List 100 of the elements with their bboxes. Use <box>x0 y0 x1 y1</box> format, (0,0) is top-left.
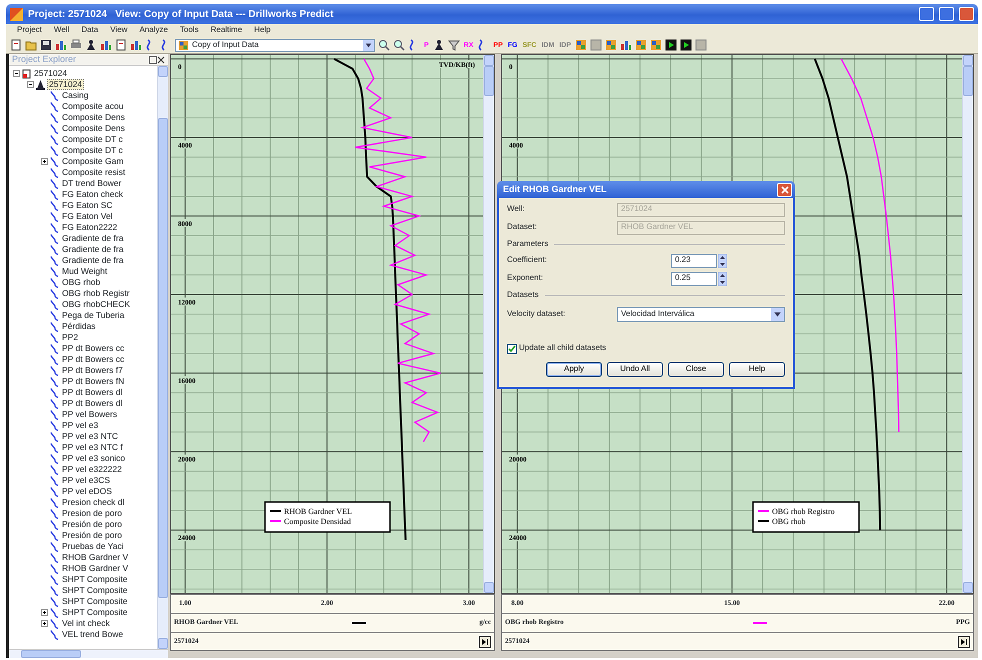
folder-icon[interactable] <box>25 39 37 51</box>
dataset-dropdown[interactable]: Velocidad Interválica <box>617 307 785 322</box>
checkbox[interactable] <box>507 344 517 354</box>
dialog-button[interactable]: Undo All <box>607 362 663 377</box>
menu-item[interactable]: Tools <box>178 26 200 35</box>
tree-item[interactable]: Presion check dl <box>61 498 126 508</box>
menu-item[interactable]: Project <box>16 26 43 35</box>
minimize-button[interactable] <box>919 7 934 21</box>
tree-item[interactable]: Composite resist <box>61 168 126 178</box>
menu-item[interactable]: View <box>109 26 128 35</box>
person-icon[interactable] <box>432 39 445 51</box>
close-button[interactable] <box>777 182 792 196</box>
grid-icon[interactable] <box>635 39 647 51</box>
printer-icon[interactable] <box>70 39 82 51</box>
person-icon[interactable] <box>85 39 97 51</box>
tree-item[interactable]: FG Eaton Vel <box>61 212 114 222</box>
tree-item[interactable]: Composite DT c <box>61 146 124 156</box>
tree-item[interactable]: Presión de poro <box>61 530 124 540</box>
spinner-arrows-icon[interactable] <box>718 272 727 286</box>
tree-item[interactable]: Pega de Tuberia <box>61 310 126 320</box>
next-button[interactable] <box>958 636 970 648</box>
scrollbar[interactable] <box>962 55 973 593</box>
menu-item[interactable]: Well <box>52 26 70 35</box>
tree-item[interactable]: Gradiente de fra <box>61 234 124 244</box>
tree-item[interactable]: PP dt Bowers fN <box>61 376 126 386</box>
tree-item[interactable]: Composite DT c <box>61 134 124 144</box>
menu-item[interactable]: Analyze <box>138 26 169 35</box>
tree-item[interactable]: OBG rhob <box>61 278 102 288</box>
spinner-arrows-icon[interactable] <box>718 254 727 268</box>
tree-item[interactable]: Vel int check <box>61 618 111 628</box>
tree-item[interactable]: DT trend Bower <box>61 178 122 188</box>
tree-item[interactable]: Composite Dens <box>61 124 126 134</box>
zoom-icon[interactable] <box>378 39 390 51</box>
tree-item[interactable]: PP vel e3 NTC <box>61 432 120 442</box>
tree-item[interactable]: OBG rhobCHECK <box>61 300 132 310</box>
tree-item[interactable]: RHOB Gardner V <box>61 564 130 574</box>
tree-item[interactable]: OBG rhob Registr <box>61 288 131 298</box>
funnel-icon[interactable] <box>448 39 460 51</box>
input-field[interactable]: 0.23 <box>671 254 717 268</box>
tree-item[interactable]: PP vel e322222 <box>61 464 123 474</box>
dialog-button[interactable]: Apply <box>546 362 602 377</box>
grid-icon[interactable] <box>575 39 587 51</box>
pin-close-icon[interactable] <box>149 56 165 64</box>
expand-toggle[interactable] <box>27 81 34 88</box>
tree-item[interactable]: FG Eaton SC <box>61 200 114 210</box>
tree-item[interactable]: FG Eaton check <box>61 190 124 200</box>
document-icon[interactable] <box>115 39 127 51</box>
zoom-icon[interactable] <box>393 39 405 51</box>
tree-item[interactable]: SHPT Composite <box>61 608 129 618</box>
tree-item[interactable]: Mud Weight <box>61 266 108 276</box>
tree-item[interactable]: 2571024 <box>33 68 68 78</box>
dialog-button[interactable]: Help <box>729 362 785 377</box>
tree-item[interactable]: PP vel Bowers <box>61 410 118 420</box>
scrollbar[interactable] <box>483 55 494 593</box>
tree-item[interactable]: SHPT Composite <box>61 596 129 606</box>
menu-item[interactable]: Realtime <box>210 26 244 35</box>
tree-item[interactable]: Composite Gam <box>61 156 124 166</box>
tree-item[interactable]: PP dt Bowers cc <box>61 344 126 354</box>
tree-item[interactable]: PP vel eDOS <box>61 486 113 496</box>
tree-item[interactable]: RHOB Gardner V <box>61 552 130 562</box>
tree-item[interactable]: 2571024 <box>47 78 84 90</box>
grid-icon[interactable] <box>605 39 617 51</box>
expand-toggle[interactable] <box>41 620 48 627</box>
tree-item[interactable]: PP vel e3 NTC f <box>61 442 124 452</box>
tree-item[interactable]: Gradiente de fra <box>61 256 124 266</box>
dialog-button[interactable]: Close <box>668 362 724 377</box>
menu-item[interactable]: Help <box>253 26 272 35</box>
tree-item[interactable]: Composite Dens <box>61 112 126 122</box>
tree-item[interactable]: PP dt Bowers dl <box>61 388 124 398</box>
tree-item[interactable]: Presion de poro <box>61 508 124 518</box>
tree-item[interactable]: PP dt Bowers cc <box>61 354 126 364</box>
tree-item[interactable]: SHPT Composite <box>61 574 129 584</box>
view-dropdown[interactable]: Copy of Input Data <box>175 38 375 52</box>
close-button[interactable] <box>959 7 974 21</box>
tree-item[interactable]: VEL trend Bowe <box>61 630 124 640</box>
tree-item[interactable]: PP2 <box>61 332 80 342</box>
grid-icon[interactable] <box>650 39 662 51</box>
tree-item[interactable]: SHPT Composite <box>61 586 129 596</box>
tree-item[interactable]: PP dt Bowers f7 <box>61 366 124 376</box>
save-icon[interactable] <box>40 39 52 51</box>
tree-item[interactable]: Casing <box>61 90 90 100</box>
maximize-button[interactable] <box>939 7 954 21</box>
tree-item[interactable]: Composite acou <box>61 102 124 112</box>
tree-item[interactable]: PP vel e3 <box>61 420 100 430</box>
tree-item[interactable]: PP vel e3CS <box>61 476 112 486</box>
square-icon[interactable] <box>590 39 602 51</box>
scrollbar[interactable] <box>157 66 168 649</box>
menu-item[interactable]: Data <box>80 26 100 35</box>
expand-toggle[interactable] <box>41 609 48 616</box>
scrollbar[interactable] <box>9 649 168 658</box>
tree-item[interactable]: Gradiente de fra <box>61 244 124 254</box>
tree-item[interactable]: Pruebas de Yaci <box>61 542 125 552</box>
expand-toggle[interactable] <box>41 158 48 165</box>
tree-item[interactable]: FG Eaton2222 <box>61 222 118 232</box>
expand-toggle[interactable] <box>13 70 20 77</box>
input-field[interactable]: 0.25 <box>671 272 717 286</box>
tree-item[interactable]: Pérdidas <box>61 322 97 332</box>
next-button[interactable] <box>479 636 491 648</box>
document-icon[interactable] <box>10 39 22 51</box>
tree-item[interactable]: PP vel e3 sonico <box>61 454 126 464</box>
